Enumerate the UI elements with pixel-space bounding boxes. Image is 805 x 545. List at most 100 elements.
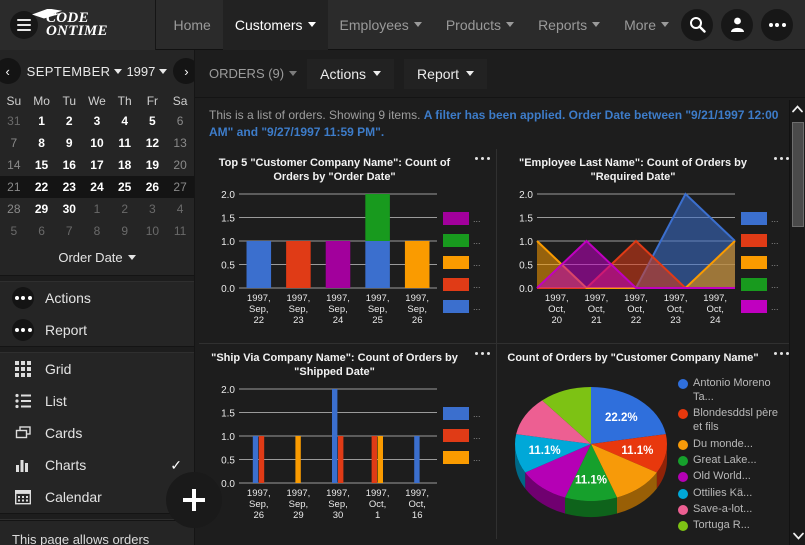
calendar-day[interactable]: 15	[28, 154, 56, 176]
calendar-next-button[interactable]: ›	[173, 58, 194, 84]
nav-item-employees[interactable]: Employees	[328, 0, 434, 50]
nav-item-home[interactable]: Home	[162, 0, 223, 50]
calendar-day[interactable]: 8	[28, 132, 56, 154]
calendar-day[interactable]: 4	[111, 110, 139, 132]
calendar-prev-button[interactable]: ‹	[0, 58, 21, 84]
chevron-down-icon[interactable]	[159, 68, 168, 74]
calendar-day[interactable]: 5	[0, 220, 28, 242]
calendar-day[interactable]: 7	[55, 220, 83, 242]
calendar-day[interactable]: 19	[139, 154, 167, 176]
calendar-day[interactable]: 7	[0, 132, 28, 154]
legend-item[interactable]: Ottilies Kä...	[678, 486, 789, 500]
chart-menu-icon[interactable]	[773, 156, 789, 161]
actions-button[interactable]: Actions	[307, 58, 395, 89]
sidebar-item-charts[interactable]: Charts ✓	[0, 449, 194, 481]
legend-item[interactable]: ...	[443, 300, 490, 314]
sidebar-item-actions[interactable]: Actions	[0, 282, 194, 314]
calendar-day[interactable]: 9	[55, 132, 83, 154]
nav-item-products[interactable]: Products	[434, 0, 526, 50]
calendar-day[interactable]: 22	[28, 176, 56, 198]
sidebar-item-list[interactable]: List	[0, 385, 194, 417]
calendar-day[interactable]: 5	[139, 110, 167, 132]
logo[interactable]: CODE ONTIME	[32, 8, 108, 39]
calendar-day[interactable]: 24	[83, 176, 111, 198]
legend-item[interactable]: ...	[741, 300, 789, 314]
calendar-day[interactable]: 4	[166, 198, 194, 220]
calendar-day[interactable]: 27	[166, 176, 194, 198]
calendar-day[interactable]: 13	[166, 132, 194, 154]
calendar-year[interactable]: 1997	[126, 64, 155, 79]
chevron-down-icon[interactable]	[114, 68, 123, 74]
calendar-day[interactable]: 6	[28, 220, 56, 242]
calendar-day[interactable]: 30	[55, 198, 83, 220]
legend-item[interactable]: ...	[443, 212, 490, 226]
legend-item[interactable]: Antonio Moreno Ta...	[678, 376, 789, 405]
calendar-day[interactable]: 29	[28, 198, 56, 220]
legend-item[interactable]: ...	[443, 278, 490, 292]
calendar-day[interactable]: 8	[83, 220, 111, 242]
legend-item[interactable]: ...	[741, 256, 789, 270]
calendar-day[interactable]: 12	[139, 132, 167, 154]
calendar-day[interactable]: 11	[111, 132, 139, 154]
legend-item[interactable]: ...	[443, 451, 490, 465]
calendar-day[interactable]: 3	[83, 110, 111, 132]
calendar-day[interactable]: 17	[83, 154, 111, 176]
calendar-day[interactable]: 1	[28, 110, 56, 132]
legend-item[interactable]: ...	[443, 407, 490, 421]
legend-item[interactable]: Blondesddsl père et fils	[678, 406, 789, 435]
calendar-day[interactable]: 14	[0, 154, 28, 176]
calendar-day[interactable]: 6	[166, 110, 194, 132]
legend-item[interactable]: ...	[741, 212, 789, 226]
user-icon[interactable]	[721, 8, 753, 41]
legend-item[interactable]: Great Lake...	[678, 453, 789, 467]
more-icon[interactable]	[761, 8, 793, 41]
calendar-day[interactable]: 10	[83, 132, 111, 154]
report-button[interactable]: Report	[404, 58, 488, 89]
scrollbar-thumb[interactable]	[792, 122, 804, 227]
legend-label: Du monde...	[693, 437, 753, 450]
legend-item[interactable]: ...	[741, 278, 789, 292]
new-record-button[interactable]	[166, 472, 222, 528]
calendar-day[interactable]: 21	[0, 176, 28, 198]
calendar-day[interactable]: 2	[111, 198, 139, 220]
chart-menu-icon[interactable]	[474, 351, 490, 356]
legend-item[interactable]: Du monde...	[678, 437, 789, 451]
calendar-day[interactable]: 16	[55, 154, 83, 176]
sidebar-item-cards[interactable]: Cards	[0, 417, 194, 449]
orders-title-dropdown[interactable]: ORDERS (9)	[209, 66, 298, 81]
calendar-day[interactable]: 25	[111, 176, 139, 198]
scroll-down-arrow-icon[interactable]	[790, 527, 805, 545]
chart-menu-icon[interactable]	[474, 156, 490, 161]
scroll-up-arrow-icon[interactable]	[790, 100, 805, 118]
calendar-day[interactable]: 11	[166, 220, 194, 242]
chart-menu-icon[interactable]	[773, 351, 789, 356]
calendar-day[interactable]: 26	[139, 176, 167, 198]
legend-item[interactable]: Save-a-lot...	[678, 502, 789, 516]
calendar-day[interactable]: 9	[111, 220, 139, 242]
nav-item-customers[interactable]: Customers	[222, 0, 328, 50]
calendar-month[interactable]: SEPTEMBER	[27, 64, 111, 79]
calendar-day[interactable]: 20	[166, 154, 194, 176]
nav-item-more[interactable]: More	[612, 0, 681, 50]
legend-item[interactable]: Tortuga R...	[678, 518, 789, 532]
calendar-day[interactable]: 2	[55, 110, 83, 132]
sidebar-item-calendar[interactable]: Calendar	[0, 481, 194, 513]
legend-item[interactable]: ...	[443, 234, 490, 248]
calendar-day[interactable]: 1	[83, 198, 111, 220]
calendar-day[interactable]: 3	[139, 198, 167, 220]
calendar-day[interactable]: 18	[111, 154, 139, 176]
date-field-selector[interactable]: Order Date	[0, 242, 194, 275]
calendar-day[interactable]: 23	[55, 176, 83, 198]
calendar-day[interactable]: 28	[0, 198, 28, 220]
legend-item[interactable]: ...	[443, 429, 490, 443]
vertical-scrollbar[interactable]	[789, 100, 805, 545]
search-icon[interactable]	[681, 8, 713, 41]
legend-item[interactable]: Old World...	[678, 469, 789, 483]
nav-item-reports[interactable]: Reports	[526, 0, 612, 50]
sidebar-item-grid[interactable]: Grid	[0, 353, 194, 385]
legend-item[interactable]: ...	[741, 234, 789, 248]
calendar-day[interactable]: 31	[0, 110, 28, 132]
legend-item[interactable]: ...	[443, 256, 490, 270]
sidebar-item-report[interactable]: Report	[0, 314, 194, 346]
calendar-day[interactable]: 10	[139, 220, 167, 242]
